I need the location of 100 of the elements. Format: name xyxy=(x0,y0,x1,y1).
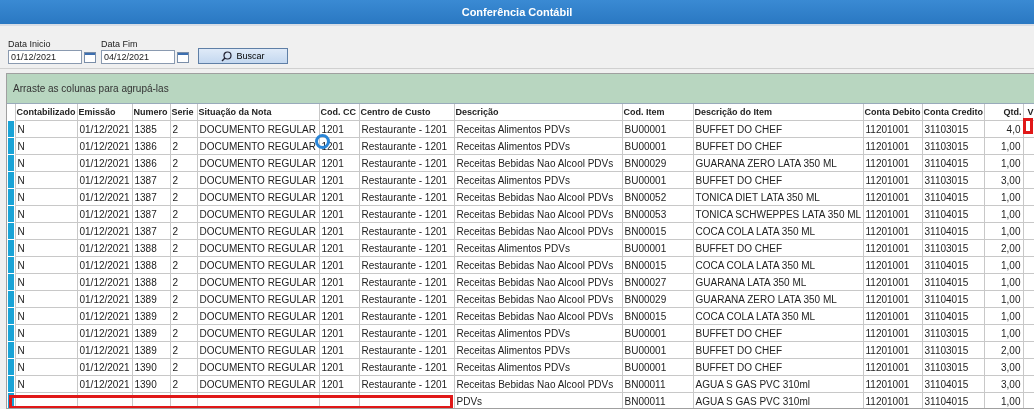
table-cell: 1,00 xyxy=(1001,310,1021,322)
table-cell: DOCUMENTO REGULAR xyxy=(199,361,316,373)
column-header[interactable]: Contabilizado xyxy=(15,104,77,121)
table-cell: 1,00 xyxy=(1001,327,1021,339)
table-cell: 11201001 xyxy=(865,276,910,288)
table-cell: DOCUMENTO REGULAR xyxy=(199,208,316,220)
calendar-icon[interactable] xyxy=(84,51,96,63)
table-cell: TONICA SCHWEPPES LATA 350 ML xyxy=(695,208,862,220)
calendar-icon[interactable] xyxy=(177,51,189,63)
table-cell: DOCUMENTO REGULAR xyxy=(199,327,316,339)
table-cell: 11201001 xyxy=(865,140,910,152)
column-header[interactable]: Numero xyxy=(132,104,170,121)
table-cell: 1390 xyxy=(134,378,157,390)
table-cell: N xyxy=(17,259,25,271)
table-cell: Restaurante - 1201 xyxy=(361,361,448,373)
column-header[interactable]: Conta Credito xyxy=(922,104,984,121)
table-cell: COCA COLA LATA 350 ML xyxy=(695,225,816,237)
table-cell: N xyxy=(17,140,25,152)
table-cell: DOCUMENTO REGULAR xyxy=(199,276,316,288)
table-cell: N xyxy=(17,225,25,237)
table-cell: N xyxy=(17,361,25,373)
table-cell: 2 xyxy=(172,344,179,356)
table-cell: 2 xyxy=(172,259,179,271)
table-cell: N xyxy=(17,191,25,203)
table-cell: Restaurante - 1201 xyxy=(361,225,448,237)
table-cell: COCA COLA LATA 350 ML xyxy=(695,259,816,271)
column-header[interactable]: Cod. Item xyxy=(622,104,693,121)
table-cell: 01/12/2021 xyxy=(79,157,130,169)
table-cell: 11201001 xyxy=(865,395,910,407)
table-cell: BUFFET DO CHEF xyxy=(695,344,782,356)
table-cell: 01/12/2021 xyxy=(79,225,130,237)
table-cell: BN00015 xyxy=(624,225,667,237)
table-cell: 31104015 xyxy=(924,259,969,271)
table-cell: BU00001 xyxy=(624,242,667,254)
table-cell: 1,00 xyxy=(1001,208,1021,220)
table-cell: 1389 xyxy=(134,344,157,356)
table-cell: 1,00 xyxy=(1001,293,1021,305)
table-cell: 31104015 xyxy=(924,208,969,220)
table-cell: GUARANA ZERO LATA 350 ML xyxy=(695,157,837,169)
table-cell: 2 xyxy=(172,140,179,152)
table-cell: 2 xyxy=(172,191,179,203)
table-cell: 3,00 xyxy=(1001,378,1021,390)
table-cell: 1201 xyxy=(321,123,344,135)
table-cell: 1,00 xyxy=(1001,395,1021,407)
table-cell: N xyxy=(17,293,25,305)
table-cell: 11201001 xyxy=(865,361,910,373)
table-cell: DOCUMENTO REGULAR xyxy=(199,259,316,271)
table-cell: 1390 xyxy=(134,361,157,373)
column-header[interactable]: Conta Debito xyxy=(863,104,922,121)
table-cell: Restaurante - 1201 xyxy=(361,310,448,322)
table-cell: DOCUMENTO REGULAR xyxy=(199,174,316,186)
table-cell: Receitas Alimentos PDVs xyxy=(456,140,570,152)
table-cell: BUFFET DO CHEF xyxy=(695,242,782,254)
table-cell: 1387 xyxy=(134,208,157,220)
table-cell: Restaurante - 1201 xyxy=(361,276,448,288)
table-cell: 1389 xyxy=(134,293,157,305)
table-cell: 1201 xyxy=(321,310,344,322)
table-cell: Restaurante - 1201 xyxy=(361,344,448,356)
table-cell: 01/12/2021 xyxy=(79,123,130,135)
column-header[interactable]: Descrição xyxy=(454,104,622,121)
table-cell: 01/12/2021 xyxy=(79,344,130,356)
table-cell: BN00011 xyxy=(624,395,666,407)
table-cell: 11201001 xyxy=(865,157,910,169)
table-cell: Restaurante - 1201 xyxy=(361,174,448,186)
date-field[interactable]: 04/12/2021 xyxy=(101,50,175,64)
column-header[interactable]: Emissão xyxy=(77,104,132,121)
column-header[interactable]: Descrição do Item xyxy=(693,104,863,121)
table-cell: Restaurante - 1201 xyxy=(361,259,448,271)
column-header[interactable]: Situação da Nota xyxy=(197,104,319,121)
column-header[interactable]: Centro de Custo xyxy=(359,104,454,121)
table-cell: BUFFET DO CHEF xyxy=(695,123,782,135)
table-cell: 31104015 xyxy=(924,191,969,203)
table-cell: Restaurante - 1201 xyxy=(361,140,448,152)
table-cell: 01/12/2021 xyxy=(79,327,130,339)
table-cell: 1387 xyxy=(134,174,157,186)
table-cell: Restaurante - 1201 xyxy=(361,123,448,135)
table-cell: 2 xyxy=(172,157,179,169)
table-cell: 1201 xyxy=(321,225,344,237)
table-cell: BU00001 xyxy=(624,344,667,356)
table-cell: 1,00 xyxy=(1001,140,1021,152)
table-cell: 01/12/2021 xyxy=(79,259,130,271)
table-cell: Receitas Alimentos PDVs xyxy=(456,361,570,373)
table-cell: DOCUMENTO REGULAR xyxy=(199,123,316,135)
table-cell: 1,00 xyxy=(1001,259,1021,271)
column-header[interactable]: Cod. CC xyxy=(319,104,359,121)
column-header[interactable]: Qtd. xyxy=(984,104,1023,121)
table-cell: 31103015 xyxy=(924,361,969,373)
table-cell: 1201 xyxy=(321,259,344,271)
table-cell: 2 xyxy=(172,242,179,254)
table-cell: BUFFET DO CHEF xyxy=(695,174,782,186)
table-cell: 2 xyxy=(172,225,179,237)
table-cell: 2 xyxy=(172,293,179,305)
search-button[interactable]: Buscar xyxy=(198,48,288,64)
table-cell: 31104015 xyxy=(924,276,969,288)
table-cell: BU00001 xyxy=(624,327,667,339)
column-header[interactable]: Serie xyxy=(170,104,197,121)
table-cell: COCA COLA LATA 350 ML xyxy=(695,310,816,322)
date-field[interactable]: 01/12/2021 xyxy=(8,50,82,64)
table-cell: DOCUMENTO REGULAR xyxy=(199,310,316,322)
table-cell: 01/12/2021 xyxy=(79,293,130,305)
